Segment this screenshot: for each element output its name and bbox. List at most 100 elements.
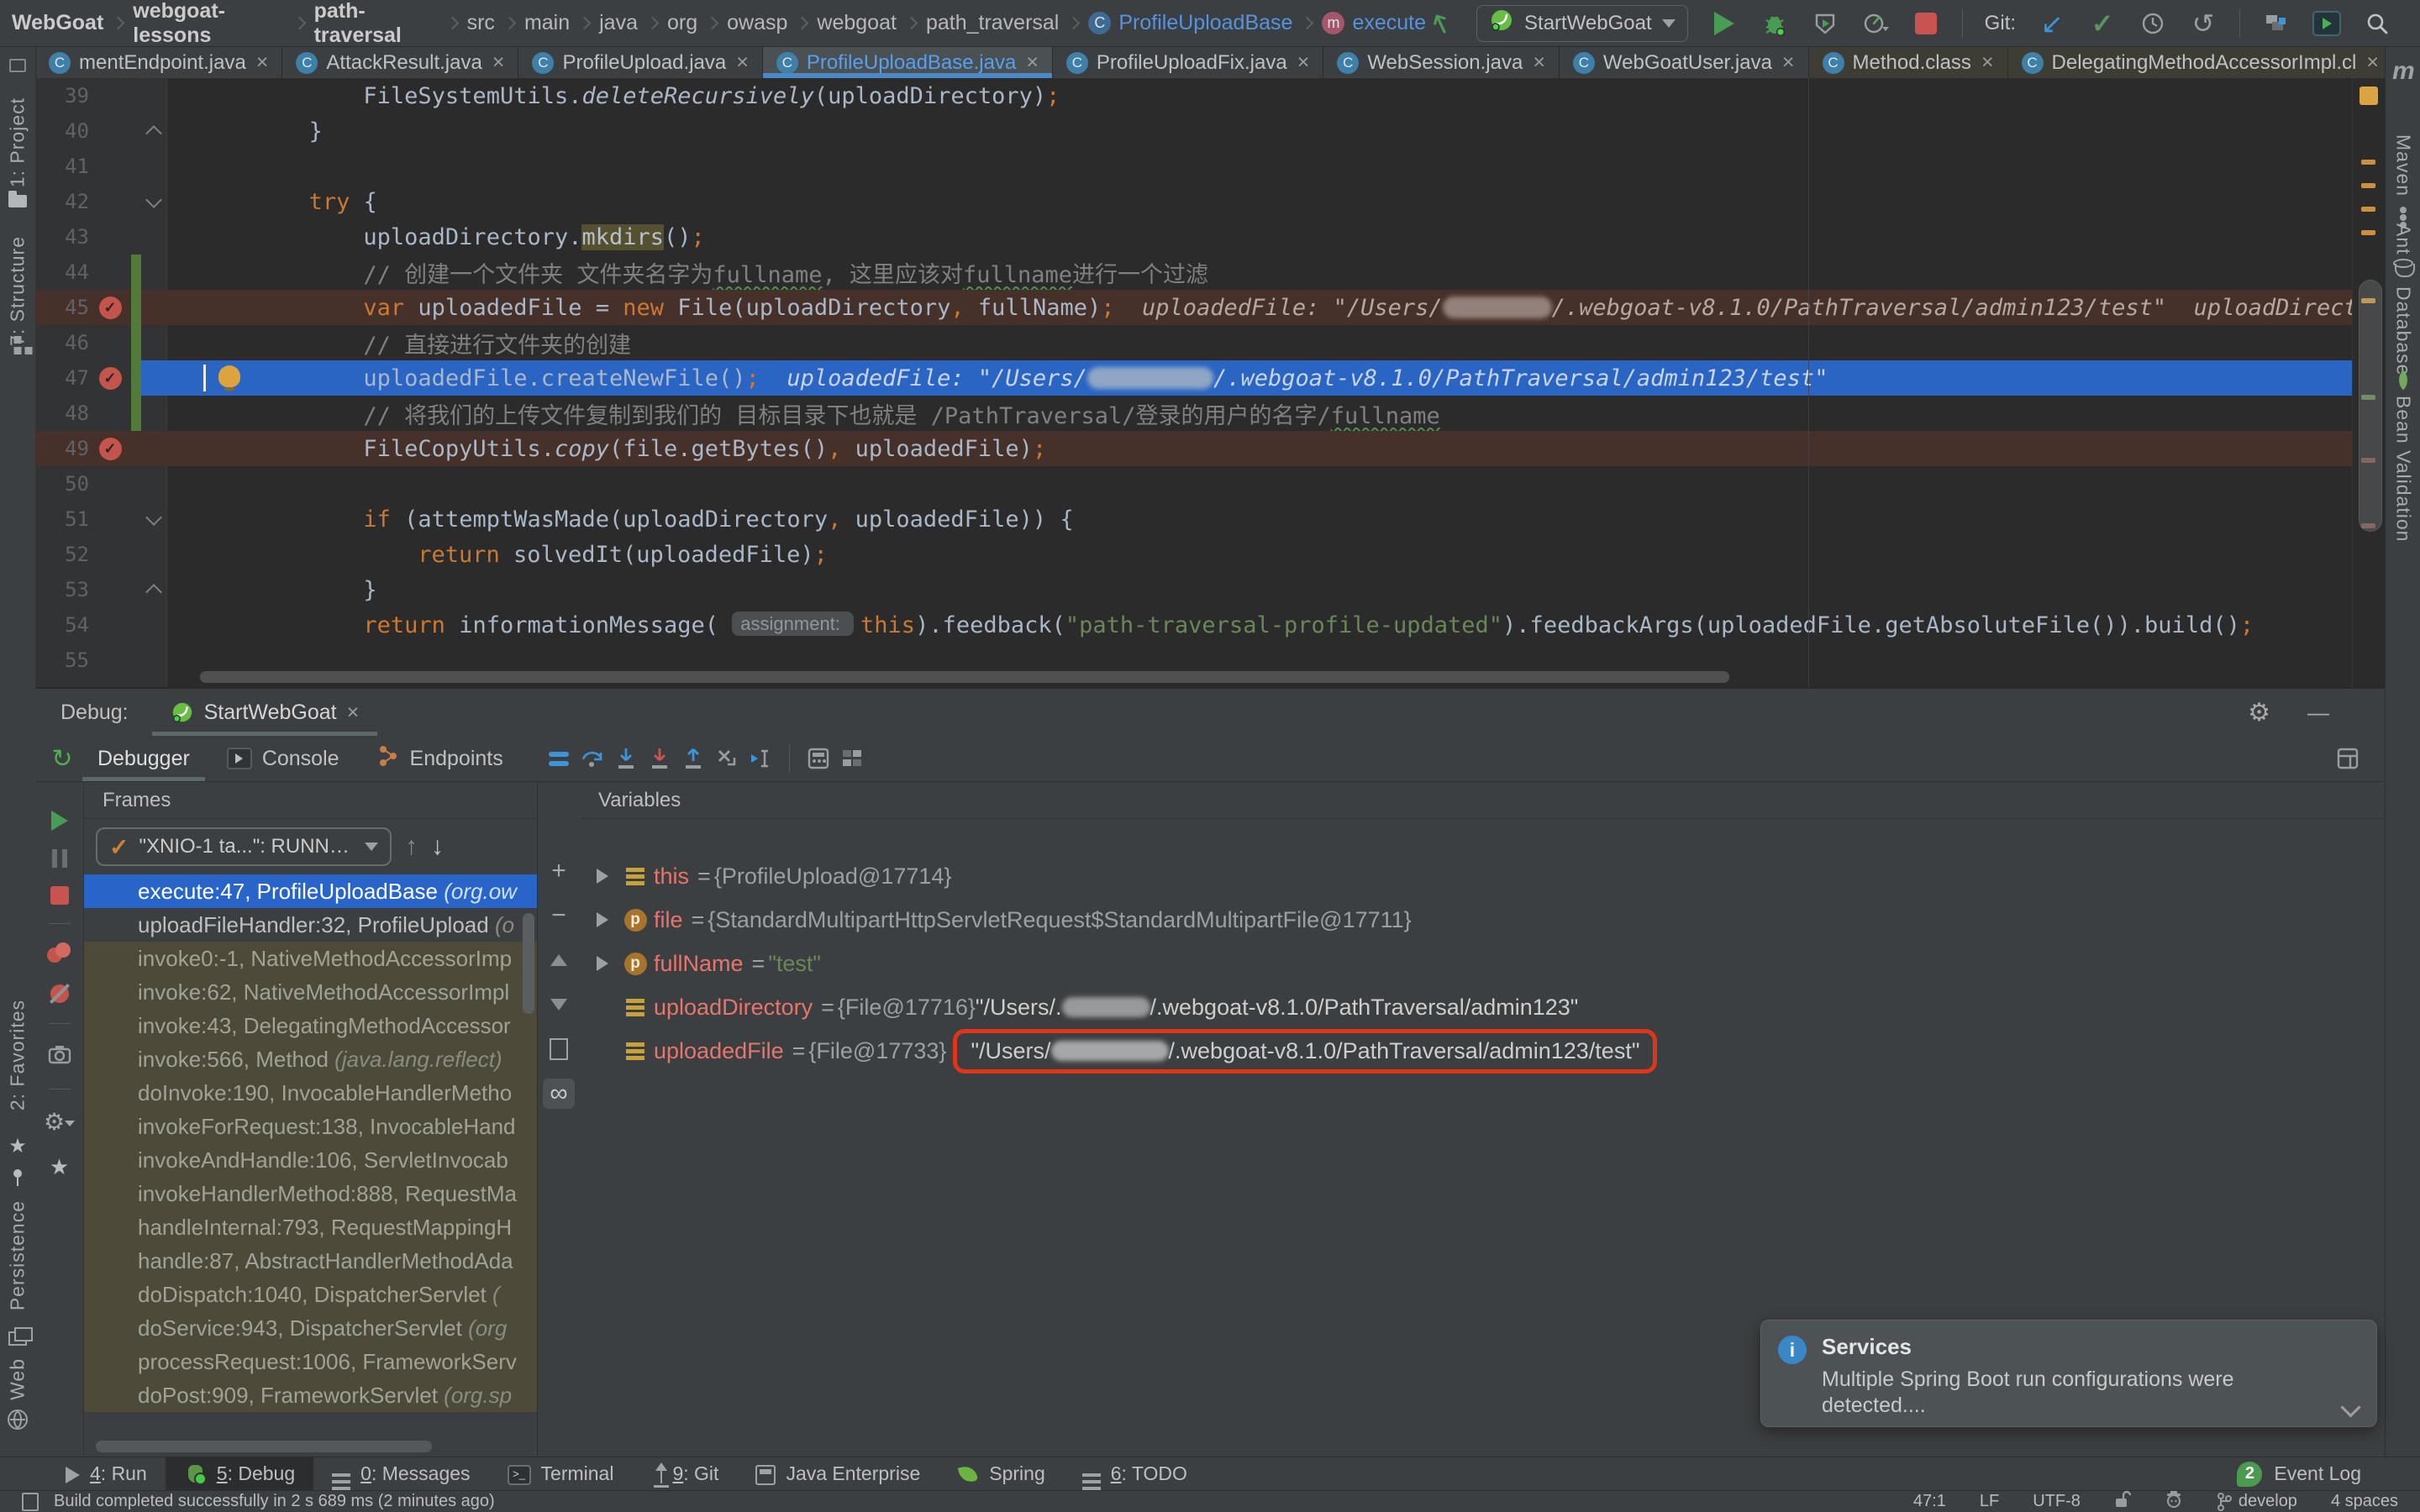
tool-window-button-9-git[interactable]: 9: Git [632, 1457, 737, 1490]
stack-frame-row[interactable]: doService:943, DispatcherServlet (org [84, 1311, 537, 1345]
minimize-icon[interactable]: — [2307, 700, 2329, 726]
stripe-mark[interactable] [2361, 183, 2375, 188]
editor-line[interactable]: 41 [35, 149, 2385, 184]
editor-line[interactable]: 40} [35, 113, 2385, 149]
git-update-icon[interactable]: ↙ [2038, 9, 2066, 38]
caret-position[interactable]: 47:1 [1913, 1492, 1946, 1511]
close-tab-icon[interactable]: × [736, 50, 749, 75]
settings-gear-icon[interactable]: ⚙ [2248, 698, 2270, 727]
window-split-icon[interactable] [9, 59, 26, 72]
breakpoint-gutter[interactable] [89, 255, 131, 290]
search-everywhere-icon[interactable] [2363, 9, 2391, 38]
sidebar-item-persistence[interactable]: Persistence [7, 1200, 29, 1310]
inspection-indicator[interactable] [2360, 87, 2378, 105]
breakpoint-gutter[interactable] [89, 325, 131, 360]
breadcrumb-item[interactable]: src [467, 11, 495, 35]
lock-icon[interactable] [2114, 1490, 2131, 1512]
sidebar-item-maven[interactable]: Maven [2392, 134, 2415, 197]
fold-gutter[interactable] [141, 582, 166, 598]
breakpoint-gutter[interactable] [89, 149, 131, 184]
breadcrumb-item[interactable]: mexecute [1322, 11, 1426, 35]
stack-frame-row[interactable]: execute:47, ProfileUploadBase (org.ow [84, 874, 537, 908]
stack-frame-row[interactable]: handle:87, AbstractHandlerMethodAda [84, 1244, 537, 1278]
breakpoint-gutter[interactable] [89, 466, 131, 501]
sidebar-item-web[interactable]: Web [7, 1358, 29, 1400]
sidebar-item-1-project[interactable]: 1: Project [7, 97, 29, 187]
breadcrumb-item[interactable]: org [667, 11, 697, 35]
editor-line[interactable]: 45✓var uploadedFile = new File(uploadDir… [35, 290, 2385, 325]
close-tab-icon[interactable]: × [1026, 50, 1039, 75]
sidebar-item-7-structure[interactable]: 7: Structure [7, 236, 29, 346]
stack-frame-row[interactable]: invoke:566, Method (java.lang.reflect) [84, 1042, 537, 1076]
close-tab-icon[interactable]: × [256, 50, 269, 75]
run-with-coverage-icon[interactable] [1811, 9, 1839, 38]
stop-icon[interactable] [50, 886, 69, 905]
thread-dump-camera-icon[interactable] [48, 1042, 71, 1070]
expand-chevron-icon[interactable] [2340, 1397, 2360, 1417]
next-frame-icon[interactable]: ↓ [431, 832, 444, 861]
tool-window-button-terminal[interactable]: Terminal [489, 1457, 633, 1490]
editor-tab[interactable]: CWebGoatUser.java× [1560, 47, 1809, 78]
resume-icon[interactable] [51, 811, 68, 831]
remove-watch-icon[interactable]: − [543, 900, 575, 931]
close-tab-icon[interactable]: × [1981, 50, 1994, 75]
event-log-button[interactable]: 2 Event Log [2237, 1457, 2420, 1490]
breadcrumb-item[interactable]: path-traversal [314, 0, 438, 48]
breakpoint-gutter[interactable] [89, 572, 131, 607]
fold-up-icon[interactable] [145, 584, 162, 601]
intention-bulb-icon[interactable] [218, 365, 240, 387]
fold-gutter[interactable] [141, 516, 166, 523]
stack-frame-row[interactable]: invoke:43, DelegatingMethodAccessor [84, 1009, 537, 1042]
step-out-icon[interactable] [680, 745, 707, 772]
history-clock-icon[interactable] [2139, 9, 2167, 38]
close-tab-icon[interactable]: × [492, 50, 505, 75]
breakpoint-gutter[interactable] [89, 607, 131, 643]
restore-layout-icon[interactable] [2334, 745, 2361, 772]
stack-frame-row[interactable]: invoke0:-1, NativeMethodAccessorImp [84, 942, 537, 975]
tool-window-button-java-enterprise[interactable]: Java Enterprise [737, 1457, 939, 1490]
editor-tab[interactable]: CMethod.class× [1809, 47, 2008, 78]
stack-frame-row[interactable]: processRequest:1006, FrameworkServ [84, 1345, 537, 1378]
stack-frame-row[interactable]: invokeForRequest:138, InvocableHand [84, 1110, 537, 1143]
force-step-into-icon[interactable] [646, 745, 673, 772]
stack-frame-row[interactable]: invokeAndHandle:106, ServletInvocab [84, 1143, 537, 1177]
add-watch-icon[interactable]: + [543, 856, 575, 886]
stack-frame-row[interactable]: uploadFileHandler:32, ProfileUpload (o [84, 908, 537, 942]
step-into-icon[interactable] [613, 745, 639, 772]
breadcrumb-item[interactable]: owasp [727, 11, 787, 35]
breakpoint-gutter[interactable] [89, 184, 131, 219]
editor-line[interactable]: 52return solvedIt(uploadedFile); [35, 537, 2385, 572]
stripe-mark[interactable] [2361, 230, 2375, 235]
editor-tab[interactable]: CProfileUploadBase.java× [763, 47, 1053, 78]
stack-frame-row[interactable]: invokeHandlerMethod:888, RequestMa [84, 1177, 537, 1210]
run-configuration-select[interactable]: StartWebGoat [1476, 5, 1688, 42]
frames-horizontal-scrollbar[interactable] [96, 1441, 432, 1452]
editor-tab[interactable]: CWebSession.java× [1323, 47, 1560, 78]
editor-line[interactable]: 46// 直接进行文件夹的创建 [35, 325, 2385, 360]
line-separator[interactable]: LF [1980, 1492, 1999, 1511]
file-encoding[interactable]: UTF-8 [2033, 1492, 2081, 1511]
breadcrumb-item[interactable]: java [599, 11, 638, 35]
breakpoint-gutter[interactable] [89, 396, 131, 431]
tool-window-button-spring[interactable]: Spring [939, 1457, 1063, 1490]
tab-console[interactable]: Console [212, 736, 355, 781]
background-tasks-icon[interactable] [22, 1493, 39, 1511]
breakpoint-icon[interactable]: ✓ [99, 367, 122, 390]
notification-balloon[interactable]: i Services Multiple Spring Boot run conf… [1760, 1320, 2377, 1427]
stack-frame-row[interactable]: doPost:909, FrameworkServlet (org.sp [84, 1378, 537, 1412]
expand-arrow-icon[interactable] [588, 956, 617, 971]
sidebar-item-ant[interactable]: Ant [2392, 223, 2415, 255]
fold-down-icon[interactable] [145, 509, 162, 526]
tool-window-button-0-messages[interactable]: 0: Messages [313, 1457, 488, 1490]
breadcrumb-item[interactable]: path_traversal [926, 11, 1059, 35]
breakpoint-gutter[interactable] [89, 643, 131, 678]
editor-line[interactable]: 51if (attemptWasMade(uploadDirectory, up… [35, 501, 2385, 537]
tool-window-button-5-debug[interactable]: 5: Debug [166, 1457, 313, 1490]
evaluate-expression-icon[interactable] [805, 745, 832, 772]
code-editor[interactable]: 39FileSystemUtils.deleteRecursively(uplo… [35, 78, 2385, 687]
editor-vertical-scrollbar[interactable] [2359, 280, 2382, 532]
breakpoint-gutter[interactable] [89, 537, 131, 572]
breakpoint-gutter[interactable] [89, 501, 131, 537]
rollback-icon[interactable]: ↺ [2189, 9, 2217, 38]
close-tab-icon[interactable]: × [1533, 50, 1545, 75]
